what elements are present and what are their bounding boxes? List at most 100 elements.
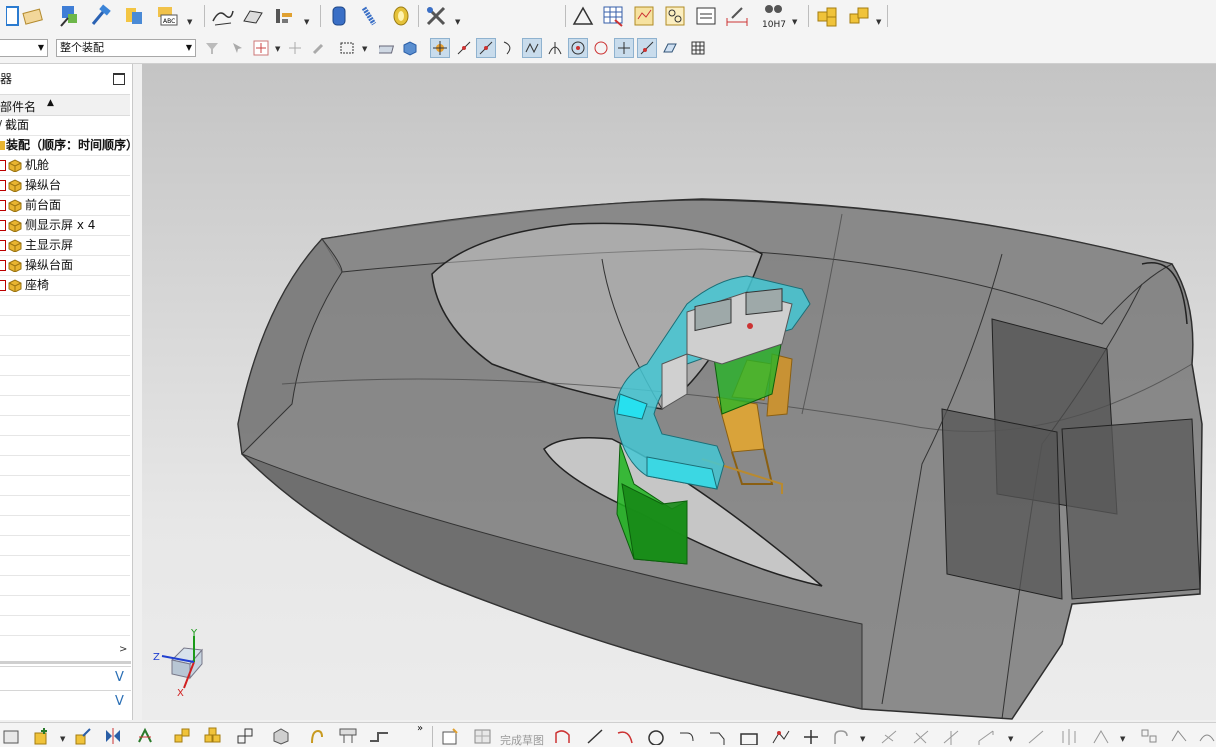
constraint-icon[interactable]: [134, 725, 156, 747]
snap-point-icon[interactable]: [251, 38, 271, 58]
triangle-icon[interactable]: [570, 3, 596, 29]
notes-icon[interactable]: [20, 3, 46, 29]
sort-ascending-icon[interactable]: ▲: [47, 98, 54, 108]
tree-row[interactable]: 座椅: [0, 275, 130, 296]
tolerance-icon[interactable]: 10H7: [760, 3, 786, 29]
surface-icon[interactable]: [210, 3, 236, 29]
mirror-icon[interactable]: [102, 725, 124, 747]
pattern-icon[interactable]: [202, 725, 224, 747]
grid-icon[interactable]: [688, 38, 708, 58]
cockpit-model[interactable]: Y X Z: [142, 64, 1216, 720]
chevron-down-icon[interactable]: ▼: [275, 45, 280, 53]
graphics-viewport[interactable]: Y X Z: [142, 64, 1216, 720]
visibility-checkbox[interactable]: [0, 180, 6, 191]
assembly-icon[interactable]: [57, 3, 83, 29]
visibility-checkbox[interactable]: [0, 220, 6, 231]
chevron-down-icon[interactable]: ▼: [304, 18, 309, 26]
add-component-icon[interactable]: [30, 725, 52, 747]
curve-icon[interactable]: [499, 38, 519, 58]
chevron-down-icon[interactable]: ▼: [1008, 735, 1013, 743]
eraser-icon[interactable]: [378, 38, 398, 58]
line-tool-icon[interactable]: [584, 725, 606, 747]
dimension-icon[interactable]: [724, 3, 750, 29]
quadrant-icon[interactable]: [591, 38, 611, 58]
on-surface-icon[interactable]: [660, 38, 680, 58]
chart-table-icon[interactable]: [631, 3, 657, 29]
patch-icon[interactable]: [240, 3, 266, 29]
tree-row[interactable]: 前台面: [0, 195, 130, 216]
circle-tool-icon[interactable]: [645, 725, 667, 747]
auto-constrain-icon[interactable]: [1196, 725, 1216, 747]
alternate-solution-icon[interactable]: [1168, 725, 1190, 747]
select-icon[interactable]: [228, 38, 248, 58]
route-icon[interactable]: [368, 725, 390, 747]
details-panel[interactable]: V: [0, 690, 131, 715]
view-triad[interactable]: Y X Z: [153, 628, 203, 699]
sketch-icon[interactable]: [0, 725, 22, 747]
tree-row[interactable]: 操纵台面: [0, 255, 130, 276]
replace-component-icon[interactable]: [121, 3, 147, 29]
finish-sketch-label[interactable]: 完成草图: [500, 732, 544, 747]
fillet-tool-icon[interactable]: [676, 725, 698, 747]
visibility-checkbox[interactable]: [0, 240, 6, 251]
balloon-icon[interactable]: [662, 3, 688, 29]
on-curve-icon[interactable]: [637, 38, 657, 58]
spring-icon[interactable]: [357, 3, 383, 29]
chevron-down-icon[interactable]: ▼: [362, 45, 367, 53]
chevron-down-icon[interactable]: ▼: [792, 18, 797, 26]
chevron-down-icon[interactable]: ▼: [1120, 735, 1125, 743]
box-select-icon[interactable]: [337, 38, 357, 58]
text-label-icon[interactable]: ABC: [155, 3, 181, 29]
chevron-down-icon[interactable]: ▼: [876, 18, 881, 26]
arc-tool-icon[interactable]: [614, 725, 636, 747]
link-icon[interactable]: [234, 725, 256, 747]
gear-icon[interactable]: [388, 3, 414, 29]
line-icon[interactable]: [454, 38, 474, 58]
array-icon[interactable]: [172, 725, 194, 747]
expand-icon[interactable]: V: [115, 694, 124, 709]
tools-icon[interactable]: [423, 3, 449, 29]
polyline-tool-icon[interactable]: [770, 725, 792, 747]
maximize-icon[interactable]: [113, 73, 125, 85]
tree-row-assembly[interactable]: 装配（顺序：时间顺序）: [0, 135, 138, 156]
profile-icon[interactable]: [552, 725, 574, 747]
geometric-constraint-icon[interactable]: [1025, 725, 1047, 747]
control-point-icon[interactable]: [522, 38, 542, 58]
snap-endpoint-icon[interactable]: [430, 38, 450, 58]
finish-sketch-icon[interactable]: [472, 725, 494, 747]
components-icon[interactable]: [846, 3, 872, 29]
chamfer-tool-icon[interactable]: [706, 725, 728, 747]
hammer-icon[interactable]: [88, 3, 114, 29]
tree-row[interactable]: 主显示屏: [0, 235, 130, 256]
scroll-right-icon[interactable]: >: [119, 644, 127, 655]
type-filter-dropdown[interactable]: ▼: [0, 39, 48, 57]
chevron-down-icon[interactable]: ▼: [60, 735, 65, 743]
offset-tool-icon[interactable]: [830, 725, 852, 747]
midpoint-icon[interactable]: [476, 38, 496, 58]
expand-icon[interactable]: V: [115, 670, 124, 685]
table-icon[interactable]: [600, 3, 626, 29]
tree-row[interactable]: 操纵台: [0, 175, 130, 196]
sequence-icon[interactable]: [338, 725, 360, 747]
chevron-down-icon[interactable]: ▼: [860, 735, 865, 743]
convert-reference-icon[interactable]: [1090, 725, 1112, 747]
chevron-down-icon[interactable]: ▼: [187, 18, 192, 26]
note-icon[interactable]: [693, 3, 719, 29]
tree-row[interactable]: 机舱: [0, 155, 130, 176]
move-component-icon[interactable]: [72, 725, 94, 747]
dependencies-panel[interactable]: V: [0, 666, 131, 691]
corner-tool-icon[interactable]: [940, 725, 962, 747]
horizontal-scrollbar[interactable]: [0, 661, 131, 664]
parts-list-icon[interactable]: [814, 3, 840, 29]
cylinder-icon[interactable]: [326, 3, 352, 29]
column-header[interactable]: 部件名 ▲: [0, 94, 130, 116]
new-sketch-icon[interactable]: [440, 725, 462, 747]
wrench-icon[interactable]: [309, 38, 329, 58]
more-icon[interactable]: »: [417, 723, 423, 734]
trim-tool-icon[interactable]: [878, 725, 900, 747]
tree-row-section[interactable]: / 截面: [0, 115, 130, 136]
visibility-checkbox[interactable]: [0, 260, 6, 271]
visibility-checkbox[interactable]: [0, 200, 6, 211]
existing-point-icon[interactable]: [614, 38, 634, 58]
datum-icon[interactable]: [272, 3, 298, 29]
